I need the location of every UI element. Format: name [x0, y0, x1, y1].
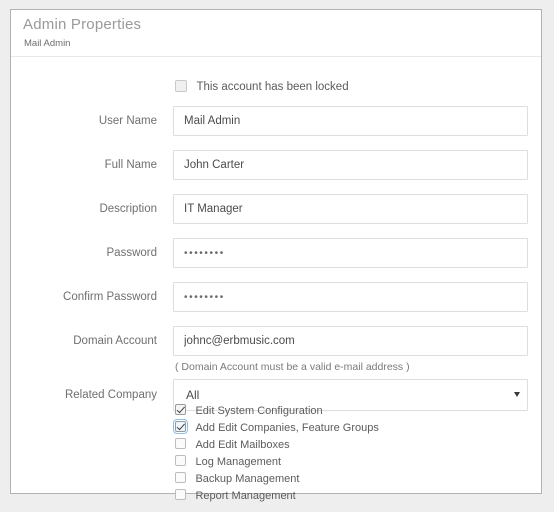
- related-company-label: Related Company: [64, 389, 157, 401]
- confirm-password-field-wrap: [173, 282, 528, 312]
- permission-label-add-edit-mailboxes: Add Edit Mailboxes: [195, 439, 290, 451]
- domain-account-input[interactable]: [173, 326, 528, 356]
- account-locked-row[interactable]: This account has been locked: [175, 77, 349, 93]
- chevron-down-icon[interactable]: [514, 392, 520, 397]
- user-name-input[interactable]: [173, 106, 528, 136]
- admin-properties-panel: Admin Properties Mail Admin This account…: [10, 9, 542, 502]
- permission-row-add-edit-companies[interactable]: Add Edit Companies, Feature Groups: [173, 418, 379, 434]
- password-field-wrap: [173, 238, 528, 268]
- domain-account-hint: ( Domain Account must be a valid e-mail …: [175, 361, 410, 373]
- domain-account-label: Domain Account: [73, 335, 157, 347]
- panel-header: Admin Properties Mail Admin: [11, 10, 541, 57]
- field-row-password: Password: [11, 238, 541, 274]
- permission-row-edit-system-configuration[interactable]: Edit System Configuration: [175, 401, 323, 417]
- permission-checkbox-edit-system-configuration[interactable]: [175, 404, 186, 415]
- password-label: Password: [106, 247, 158, 259]
- description-field-wrap: [173, 194, 528, 224]
- permission-checkbox-add-edit-mailboxes[interactable]: [175, 438, 186, 449]
- field-row-user-name: User Name: [11, 106, 541, 142]
- field-row-confirm-password: Confirm Password: [11, 282, 541, 318]
- description-label: Description: [99, 203, 157, 215]
- confirm-password-label: Confirm Password: [63, 291, 157, 303]
- permission-label-backup-management: Backup Management: [195, 473, 300, 485]
- permission-row-add-edit-mailboxes[interactable]: Add Edit Mailboxes: [175, 435, 290, 451]
- confirm-password-input[interactable]: [173, 282, 528, 312]
- account-locked-label: This account has been locked: [196, 81, 349, 93]
- permission-label-add-edit-companies: Add Edit Companies, Feature Groups: [195, 422, 379, 434]
- full-name-field-wrap: [173, 150, 528, 180]
- permission-label-edit-system-configuration: Edit System Configuration: [195, 405, 323, 417]
- permission-checkbox-log-management[interactable]: [175, 455, 186, 466]
- permission-checkbox-add-edit-companies[interactable]: [173, 419, 188, 434]
- user-name-field-wrap: [173, 106, 528, 136]
- permission-row-backup-management[interactable]: Backup Management: [175, 469, 299, 485]
- field-row-full-name: Full Name: [11, 150, 541, 186]
- field-row-domain-account: Domain Account: [11, 326, 541, 362]
- domain-account-field-wrap: [173, 326, 528, 356]
- description-input[interactable]: [173, 194, 528, 224]
- admin-properties-form: This account has been locked User Name F…: [11, 58, 541, 502]
- page-subtitle: Mail Admin: [24, 38, 71, 49]
- permission-label-report-management: Report Management: [195, 490, 296, 502]
- password-input[interactable]: [173, 238, 528, 268]
- permission-row-report-management[interactable]: Report Management: [175, 486, 296, 502]
- field-row-description: Description: [11, 194, 541, 230]
- page-title: Admin Properties: [23, 16, 142, 33]
- full-name-label: Full Name: [104, 159, 157, 171]
- user-name-label: User Name: [98, 115, 157, 127]
- permission-checkbox-backup-management[interactable]: [175, 472, 186, 483]
- full-name-input[interactable]: [173, 150, 528, 180]
- permission-label-log-management: Log Management: [195, 456, 282, 468]
- permission-row-log-management[interactable]: Log Management: [175, 452, 281, 468]
- account-locked-checkbox[interactable]: [175, 80, 187, 92]
- permission-checkbox-report-management[interactable]: [175, 489, 186, 500]
